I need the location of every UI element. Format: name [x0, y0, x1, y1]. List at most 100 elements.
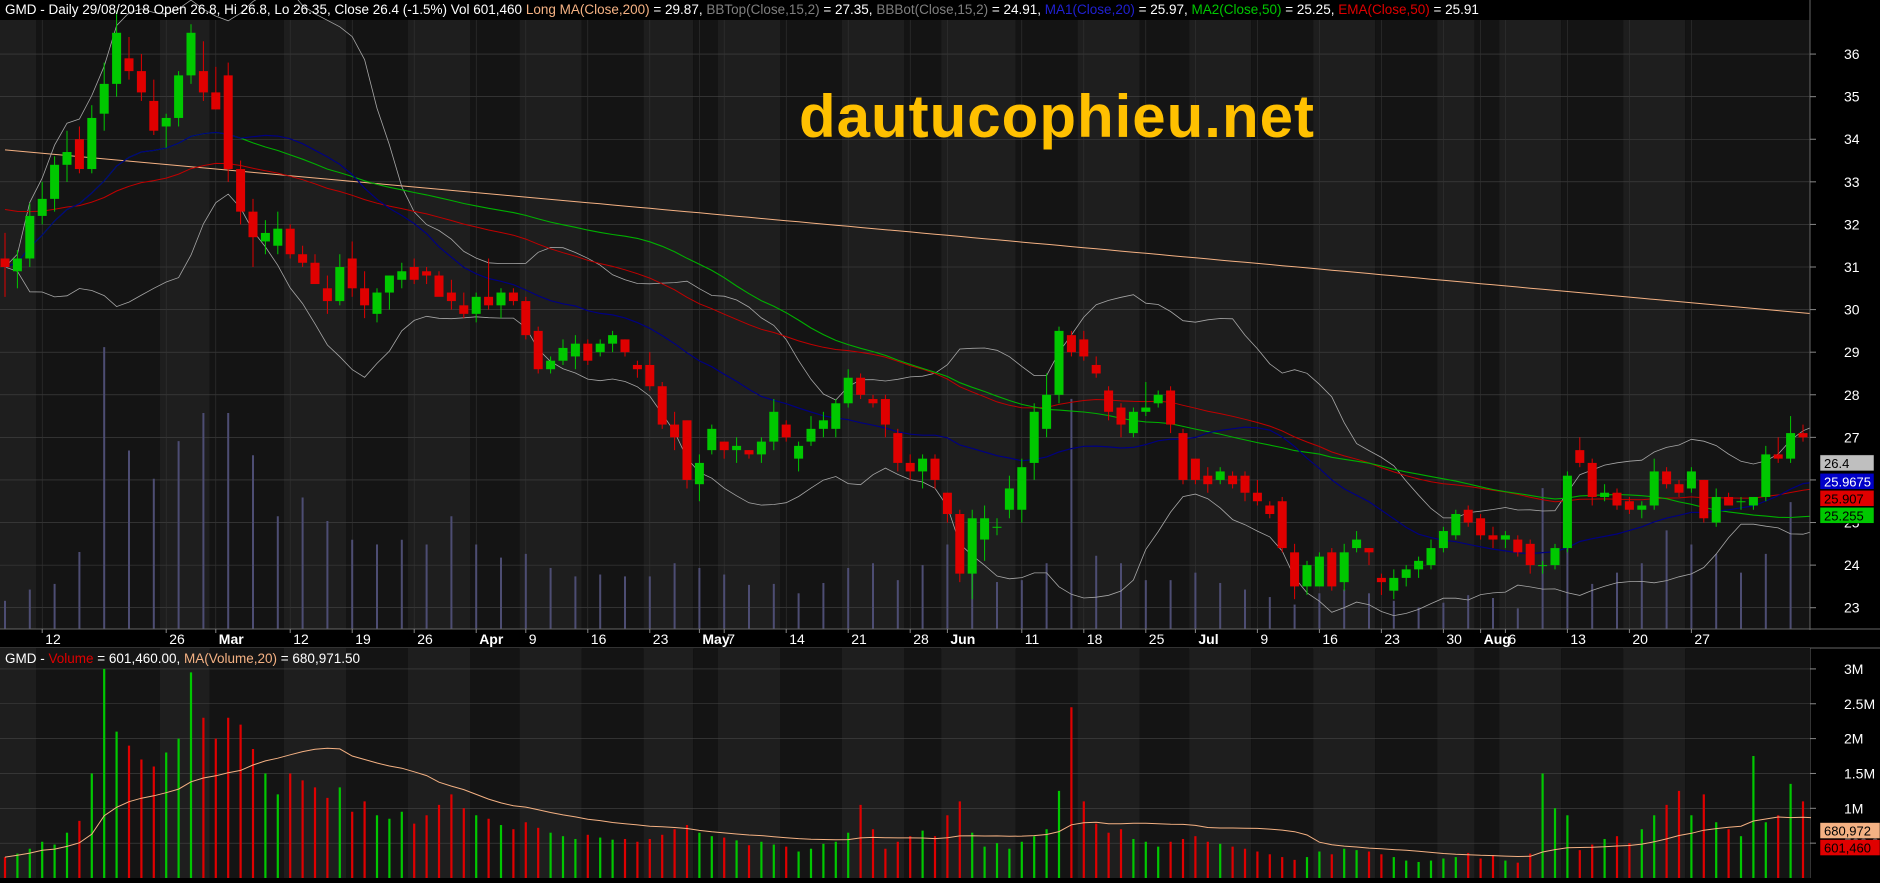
candle-body [62, 152, 72, 165]
candle-body [1748, 496, 1758, 506]
x-tick-label: 27 [1694, 631, 1710, 647]
candle-body [620, 339, 630, 353]
candle-body [744, 450, 754, 455]
candle-body [1314, 556, 1324, 587]
header-bbtop-label: BBTop(Close,15,2) [706, 2, 819, 17]
volume-tick-label: 2.5M [1844, 696, 1875, 712]
candle-body [1364, 548, 1374, 553]
candle-body [1166, 390, 1176, 425]
volume-band [470, 648, 520, 878]
x-tick-label: 12 [45, 631, 61, 647]
candle-body [756, 441, 766, 455]
candle-body [769, 411, 779, 442]
candle-body [136, 71, 146, 93]
candle-body [87, 117, 97, 170]
price-tick-label: 33 [1844, 174, 1860, 190]
x-tick-label: Jun [950, 631, 975, 647]
candle-body [521, 301, 531, 336]
price-band [470, 20, 520, 629]
volume-tick-label: 1.5M [1844, 765, 1875, 781]
candle-body [285, 228, 295, 255]
header-bbbot-label: BBBot(Close,15,2) [876, 2, 988, 17]
x-tick-label: 6 [1508, 631, 1516, 647]
candle-body [1500, 535, 1510, 540]
header-ma1-label: MA1(Close,20) [1045, 2, 1135, 17]
price-tick-label: 23 [1844, 600, 1860, 616]
candle-body [335, 267, 345, 302]
x-tick-label: Aug [1484, 631, 1511, 647]
price-band [581, 20, 644, 629]
price-band [643, 20, 694, 629]
candle-body [310, 262, 320, 285]
candle-body [719, 441, 729, 451]
candle-body [1327, 552, 1337, 587]
price-tick-label: 28 [1844, 387, 1860, 403]
volume-tick-label: 1M [1844, 800, 1863, 816]
x-tick-label: 9 [529, 631, 537, 647]
header-ema-label: EMA(Close,50) [1338, 2, 1430, 17]
candle-body [1538, 565, 1548, 567]
candle-body [1438, 531, 1448, 549]
candle-body [595, 343, 605, 353]
price-tick-label: 30 [1844, 302, 1860, 318]
candle-body [893, 433, 903, 463]
volume-tick-label: 3M [1844, 661, 1863, 677]
candle-body [1203, 475, 1213, 485]
price-tick-label: 36 [1844, 46, 1860, 62]
candle-body [1414, 560, 1424, 570]
candle-body [1389, 577, 1399, 591]
candle-body [1662, 471, 1672, 485]
price-tick-label: 35 [1844, 89, 1860, 105]
candle-body [273, 228, 283, 246]
candle-body [831, 403, 841, 429]
x-tick-label: Apr [479, 631, 504, 647]
volume-badge-label: 680,972 [1824, 824, 1871, 839]
candle-body [1265, 505, 1275, 515]
candle-body [1376, 577, 1386, 583]
header-ticker: GMD [5, 2, 37, 17]
candle-body [781, 424, 791, 438]
volume-header-label: Volume [49, 651, 94, 666]
volume-panel: 3M2.5M2M1.5M1M500,000680,972601,460 [0, 648, 1880, 879]
volume-band [941, 648, 1016, 878]
candle-body [422, 271, 432, 276]
candle-body [1451, 514, 1461, 536]
candle-body [508, 292, 518, 302]
x-tick-label: Mar [219, 631, 244, 647]
candle-body [1699, 479, 1709, 519]
candle-body [434, 275, 444, 297]
candle-body [1426, 548, 1436, 566]
x-axis-strip [0, 630, 1880, 648]
price-band [1375, 20, 1438, 629]
candle-body [1587, 462, 1597, 497]
candle-body [124, 58, 134, 72]
candle-body [1575, 450, 1585, 463]
volume-panel-header: GMD - Volume = 601,460.00, MA(Volume,20)… [5, 651, 360, 666]
price-badge-label: 26.4 [1824, 456, 1849, 471]
price-band [693, 20, 718, 629]
candle-body [1476, 518, 1486, 536]
candle-body [496, 292, 506, 306]
price-band [209, 20, 284, 629]
candle-body [794, 445, 804, 459]
candle-body [397, 271, 407, 280]
candle-body [1637, 505, 1647, 510]
candle-body [880, 399, 890, 425]
x-tick-label: Jul [1198, 631, 1218, 647]
volume-band [1499, 648, 1562, 878]
candle-body [99, 83, 109, 114]
volume-tick-label: 2M [1844, 731, 1863, 747]
candle-body [446, 292, 456, 302]
candle-body [980, 518, 990, 540]
x-tick-label: 16 [1322, 631, 1338, 647]
candle-body [1649, 471, 1659, 506]
x-tick-label: 23 [653, 631, 669, 647]
candle-body [409, 267, 419, 280]
price-tick-label: 29 [1844, 344, 1860, 360]
x-tick-label: 16 [591, 631, 607, 647]
candle-body [471, 296, 481, 314]
candle-body [868, 399, 878, 404]
x-tick-label: 25 [1149, 631, 1165, 647]
candle-body [260, 232, 270, 242]
price-badge-label: 25.9675 [1824, 474, 1871, 489]
